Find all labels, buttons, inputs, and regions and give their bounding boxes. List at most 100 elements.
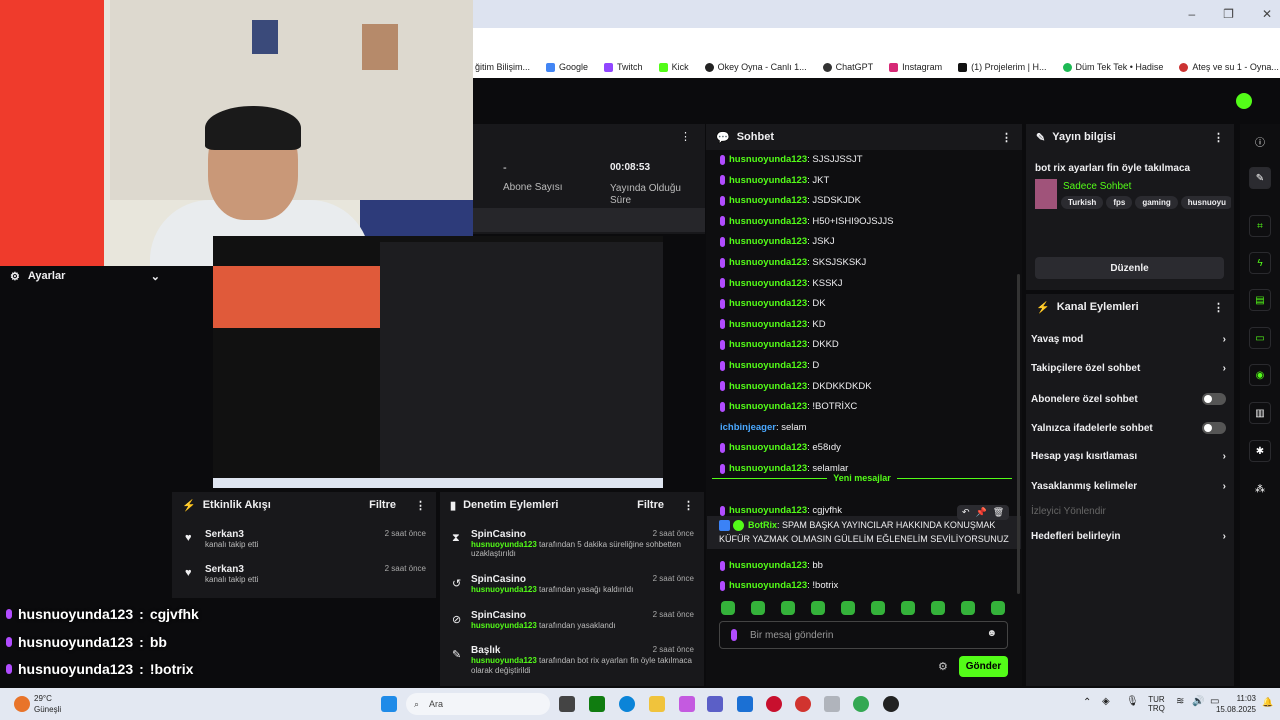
chat-username[interactable]: BotRix	[748, 520, 777, 530]
filter-button[interactable]: Filtre	[369, 499, 396, 511]
chat-message[interactable]: husnuoyunda123: JSDSKJDK	[720, 195, 861, 206]
bookmark-kick[interactable]: Kick	[658, 62, 689, 72]
send-button[interactable]: Gönder	[959, 656, 1008, 677]
chat-username[interactable]: husnuoyunda123	[729, 175, 807, 186]
chat-username[interactable]: husnuoyunda123	[729, 401, 807, 412]
restore-icon[interactable]: ❐	[1223, 7, 1234, 21]
xbox-icon[interactable]	[589, 696, 605, 712]
bookmark-ates-su[interactable]: Ateş ve su 1 - Oyna...	[1179, 62, 1279, 72]
chat-username[interactable]: husnuoyunda123	[729, 154, 807, 165]
emote-icon[interactable]	[901, 601, 915, 615]
bolt-icon[interactable]: ϟ	[1249, 252, 1271, 274]
tag[interactable]: fps	[1106, 196, 1133, 209]
category-link[interactable]: Sadece Sohbet	[1063, 181, 1131, 192]
chat-icon[interactable]: ▭	[1249, 327, 1271, 349]
notification-icon[interactable]: 🔔	[1262, 697, 1273, 708]
broadcast-icon[interactable]: ◉	[1249, 364, 1271, 386]
settings-header[interactable]: ⚙ Ayarlar ⌄	[0, 266, 170, 286]
chat-message[interactable]: husnuoyunda123: bb	[720, 560, 823, 571]
chat-username[interactable]: husnuoyunda123	[729, 195, 807, 206]
followers-only-row[interactable]: Takipçilere özel sohbet ›	[1031, 363, 1226, 374]
reply-icon[interactable]: ↶	[962, 507, 970, 518]
bookmark-1[interactable]: ğitim Bilişim...	[475, 62, 530, 72]
emote-icon[interactable]	[841, 601, 855, 615]
chat-username[interactable]: husnuoyunda123	[729, 360, 807, 371]
app-icon[interactable]	[824, 696, 840, 712]
emotes-only-toggle[interactable]	[1202, 422, 1226, 434]
chat-username[interactable]: husnuoyunda123	[729, 381, 807, 392]
taskbar-search[interactable]: ⌕ Ara	[406, 693, 550, 715]
windows-start-icon[interactable]	[381, 696, 397, 712]
store-icon[interactable]	[737, 696, 753, 712]
tag[interactable]: gaming	[1135, 196, 1178, 209]
security-icon[interactable]: ◈	[1102, 696, 1110, 707]
emote-icon[interactable]	[871, 601, 885, 615]
kebab-icon[interactable]: ⋮	[680, 130, 691, 143]
clock-date[interactable]: 15.08.2025	[1202, 705, 1256, 714]
kebab-icon[interactable]: ⋮	[1001, 131, 1012, 144]
mod-target[interactable]: husnuoyunda123	[471, 585, 537, 594]
bookmark-okey[interactable]: Okey Oyna - Canlı 1...	[704, 62, 807, 72]
apps-icon[interactable]: ⁂	[1249, 478, 1271, 500]
language-indicator[interactable]: TUR TRQ	[1148, 695, 1165, 713]
mod-target[interactable]: husnuoyunda123	[471, 656, 537, 665]
minimize-icon[interactable]: –	[1188, 7, 1195, 21]
chat-username[interactable]: husnuoyunda123	[729, 298, 807, 309]
kick-logo-icon[interactable]	[1236, 93, 1252, 109]
chat-username[interactable]: husnuoyunda123	[729, 580, 807, 591]
chat-input[interactable]: Bir mesaj gönderin ☻	[719, 621, 1008, 649]
tag[interactable]: Turkish	[1061, 196, 1104, 209]
trash-icon[interactable]: 🗑	[993, 507, 1004, 518]
microphone-icon[interactable]: 🎙	[1126, 696, 1139, 707]
chat-scrollbar[interactable]	[1017, 274, 1020, 594]
chat-username[interactable]: husnuoyunda123	[729, 339, 807, 350]
pin-icon[interactable]: 📌	[976, 507, 987, 518]
copilot-icon[interactable]	[679, 696, 695, 712]
wifi-icon[interactable]: ≋	[1176, 696, 1184, 707]
emote-icon[interactable]	[811, 601, 825, 615]
chat-message[interactable]: husnuoyunda123: SKSJSKSKJ	[720, 257, 866, 268]
info-icon[interactable]: ⓘ	[1249, 130, 1271, 152]
chat-message[interactable]: husnuoyunda123: KSSKJ	[720, 278, 843, 289]
bookmark-google[interactable]: Google	[546, 62, 588, 72]
chat-message[interactable]: husnuoyunda123: SJSJJSSJT	[720, 154, 863, 165]
chat-message[interactable]: husnuoyunda123: KD	[720, 319, 826, 330]
bookmark-instagram[interactable]: Instagram	[889, 62, 942, 72]
pencil-icon[interactable]: ✎	[1249, 167, 1271, 189]
bookmark-chatgpt[interactable]: ChatGPT	[822, 62, 873, 72]
crop-icon[interactable]: ⌗	[1249, 215, 1271, 237]
subscribers-only-toggle[interactable]	[1202, 393, 1226, 405]
chat-message[interactable]: husnuoyunda123: cgjvfhk	[720, 505, 842, 516]
chat-message[interactable]: husnuoyunda123: !botrix	[720, 580, 838, 591]
bookmark-twitch[interactable]: Twitch	[604, 62, 643, 72]
chat-message[interactable]: ichbinjeager: selam	[720, 422, 807, 433]
chat-username[interactable]: husnuoyunda123	[729, 236, 807, 247]
emote-icon[interactable]	[751, 601, 765, 615]
chat-message[interactable]: husnuoyunda123: JKT	[720, 175, 829, 186]
obs-icon[interactable]	[883, 696, 899, 712]
banned-words-row[interactable]: Yasaklanmış kelimeler ›	[1031, 481, 1226, 492]
kebab-icon[interactable]: ⋮	[1213, 301, 1224, 314]
layout-icon[interactable]: ▥	[1249, 402, 1271, 424]
emote-icon[interactable]	[721, 601, 735, 615]
edit-stream-button[interactable]: Düzenle	[1035, 257, 1224, 279]
task-view-icon[interactable]	[559, 696, 575, 712]
kebab-icon[interactable]: ⋮	[1213, 131, 1224, 144]
chat-message[interactable]: husnuoyunda123: !BOTRİXC	[720, 401, 857, 412]
chat-username[interactable]: husnuoyunda123	[729, 560, 807, 571]
chevron-down-icon[interactable]: ⌄	[151, 270, 160, 283]
chat-username[interactable]: ichbinjeager	[720, 422, 776, 433]
mod-target[interactable]: husnuoyunda123	[471, 621, 537, 630]
slow-mode-row[interactable]: Yavaş mod ›	[1031, 334, 1226, 345]
chat-username[interactable]: husnuoyunda123	[729, 216, 807, 227]
document-icon[interactable]: ▤	[1249, 289, 1271, 311]
bookmark-hadise[interactable]: Düm Tek Tek • Hadise	[1062, 62, 1163, 72]
roblox-icon[interactable]	[766, 696, 782, 712]
emote-icon[interactable]	[931, 601, 945, 615]
chevron-up-icon[interactable]: ⌃	[1083, 697, 1091, 708]
chat-message[interactable]: husnuoyunda123: DKDKKDKDK	[720, 381, 872, 392]
wrench-icon[interactable]: ✱	[1249, 440, 1271, 462]
filter-button[interactable]: Filtre	[637, 499, 664, 511]
kebab-icon[interactable]: ⋮	[683, 499, 694, 512]
clock-time[interactable]: 11:03	[1222, 694, 1256, 703]
